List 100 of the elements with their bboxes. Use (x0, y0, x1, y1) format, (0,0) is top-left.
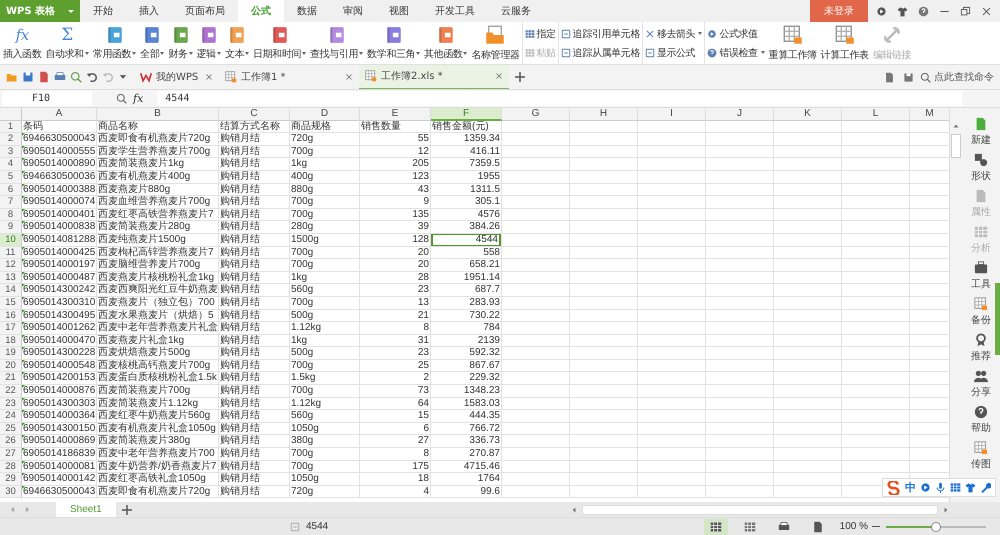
side-panel-button[interactable]: 分享 (971, 366, 992, 402)
column-header[interactable]: A (22, 108, 97, 121)
close-icon[interactable] (205, 73, 213, 81)
row-header[interactable]: 26 (0, 435, 22, 448)
column-header[interactable]: C (219, 108, 290, 121)
column-header[interactable]: D (290, 108, 360, 121)
restore-icon[interactable] (960, 6, 971, 16)
export-icon[interactable] (38, 71, 50, 83)
ribbon-button[interactable]: 追踪从属单元格 (560, 46, 640, 60)
row-header[interactable]: 29 (0, 473, 22, 486)
ribbon-button[interactable]: 指定 (524, 26, 556, 40)
ribbon-button[interactable]: 重算工作簿 (766, 22, 819, 64)
side-panel-button[interactable]: 传图 (971, 438, 992, 474)
column-header[interactable]: G (502, 108, 570, 121)
row-header[interactable]: 15 (0, 296, 22, 310)
row-header[interactable]: 2 (0, 133, 22, 146)
row-header[interactable]: 24 (0, 410, 22, 423)
shirt-icon[interactable] (965, 482, 976, 493)
row-header[interactable]: 14 (0, 284, 22, 297)
column-header[interactable]: B (97, 108, 219, 121)
ribbon-button[interactable]: 查找与引用 (308, 22, 366, 64)
menu-tab[interactable]: 审阅 (330, 0, 376, 22)
ribbon-button[interactable]: 日期和时间 (251, 22, 308, 64)
ribbon-button[interactable]: 文本 (222, 22, 252, 64)
row-header[interactable]: 10 (0, 234, 22, 247)
row-header[interactable]: 12 (0, 259, 22, 272)
side-panel-button[interactable]: 工具 (971, 258, 992, 294)
close-icon[interactable] (495, 72, 503, 80)
side-panel-button[interactable]: 帮助 (971, 402, 992, 438)
ribbon-button[interactable]: fx 插入函数 (1, 22, 44, 64)
side-panel-button[interactable]: 新建 (971, 114, 992, 150)
side-panel-button[interactable]: 形状 (971, 150, 992, 186)
row-header[interactable]: 23 (0, 398, 22, 410)
ribbon-button[interactable]: 逻辑 (194, 22, 223, 64)
scroll-left-icon[interactable] (570, 506, 578, 514)
column-header[interactable]: F (431, 108, 502, 121)
ime-toolbar[interactable]: 中 (882, 478, 996, 497)
name-box[interactable]: F10 (2, 91, 92, 106)
ribbon-button[interactable]: 公式求值 (707, 26, 765, 40)
row-header[interactable]: 17 (0, 322, 22, 335)
row-header[interactable]: 6 (0, 184, 22, 196)
shirt-icon[interactable] (897, 6, 908, 16)
column-header[interactable]: J (706, 108, 774, 121)
row-header[interactable]: 28 (0, 460, 22, 474)
row-header[interactable]: 5 (0, 170, 22, 184)
menu-tab[interactable]: 视图 (376, 0, 422, 22)
horizontal-scrollbar[interactable] (570, 504, 950, 515)
save-icon[interactable] (22, 71, 34, 83)
column-header[interactable]: H (570, 108, 638, 121)
preview-icon[interactable] (70, 71, 82, 83)
document-tab[interactable]: 我的WPS (134, 65, 219, 89)
row-header[interactable]: 13 (0, 272, 22, 284)
formula-field[interactable]: 4544 (157, 91, 962, 106)
ribbon-button[interactable]: 错误检查 (707, 46, 765, 60)
ribbon-button[interactable]: 常用函数 (90, 22, 138, 64)
row-header[interactable]: 21 (0, 372, 22, 386)
scroll-thumb[interactable] (951, 134, 962, 158)
sheet-tab[interactable]: Sheet1 (56, 502, 116, 517)
row-header[interactable]: 8 (0, 208, 22, 222)
panel-handle[interactable] (995, 283, 1000, 355)
row-header[interactable]: 27 (0, 448, 22, 461)
scroll-up-icon[interactable] (952, 122, 960, 130)
side-panel-button[interactable]: 推荐 (971, 330, 992, 366)
row-header[interactable]: 7 (0, 196, 22, 209)
row-header[interactable]: 20 (0, 360, 22, 372)
ribbon-button[interactable]: 财务 (166, 22, 195, 64)
menu-tab[interactable]: 公式 (238, 0, 284, 22)
slider-thumb[interactable] (931, 522, 941, 532)
row-header[interactable]: 3 (0, 146, 22, 158)
close-icon[interactable] (345, 73, 353, 81)
row-header[interactable]: 4 (0, 158, 22, 171)
ribbon-button[interactable]: 名称管理器 (469, 22, 522, 64)
side-panel-button[interactable]: 备份 (971, 294, 992, 330)
row-header[interactable]: 1 (0, 120, 22, 134)
menu-tab[interactable]: 开始 (80, 0, 126, 22)
menu-tab[interactable]: 开发工具 (422, 0, 488, 22)
ribbon-button[interactable]: 其他函数 (422, 22, 470, 64)
keyboard-icon[interactable] (950, 482, 961, 493)
command-search[interactable]: 点此查找命令 (914, 70, 1000, 84)
ribbon-button[interactable]: 追踪引用单元格 (560, 26, 640, 40)
row-header[interactable]: 9 (0, 221, 22, 234)
ime-mode[interactable]: 中 (905, 480, 916, 495)
menu-tab[interactable]: 云服务 (488, 0, 544, 22)
normal-view-icon[interactable] (704, 518, 728, 534)
row-header[interactable]: 30 (0, 486, 22, 498)
menu-tab[interactable]: 数据 (284, 0, 330, 22)
ribbon-button[interactable]: 显示公式 (644, 46, 702, 60)
help-icon[interactable] (918, 6, 929, 16)
column-header[interactable]: E (360, 108, 431, 121)
vertical-scrollbar[interactable] (949, 108, 962, 502)
row-header[interactable]: 11 (0, 246, 22, 260)
ribbon-button[interactable]: 数学和三角 (365, 22, 422, 64)
print-icon[interactable] (54, 71, 66, 83)
undo-icon[interactable] (86, 71, 98, 83)
ribbon-button[interactable]: 全部 (138, 22, 166, 64)
play-icon[interactable] (876, 6, 887, 16)
column-header[interactable]: K (774, 108, 842, 121)
row-header[interactable]: 18 (0, 334, 22, 348)
close-icon[interactable] (981, 6, 992, 16)
mic-icon[interactable] (935, 482, 946, 493)
